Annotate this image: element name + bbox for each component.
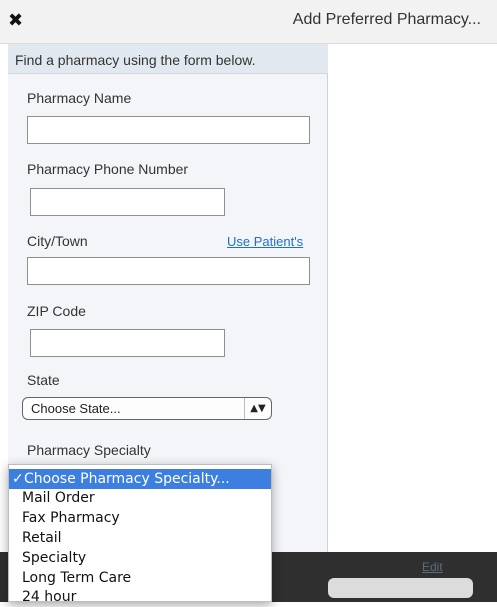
state-select[interactable]: Choose State... ▲▼ bbox=[22, 397, 272, 420]
specialty-option[interactable]: Fax Pharmacy bbox=[9, 508, 271, 528]
pharmacy-name-label: Pharmacy Name bbox=[27, 90, 132, 106]
checkmark-icon: ✓ bbox=[12, 471, 24, 487]
zip-code-input[interactable] bbox=[30, 329, 225, 357]
city-input[interactable] bbox=[27, 257, 310, 285]
pharmacy-phone-label: Pharmacy Phone Number bbox=[27, 161, 189, 177]
select-arrows-icon: ▲▼ bbox=[244, 398, 271, 419]
pharmacy-name-input[interactable] bbox=[27, 116, 310, 144]
dialog-title-bar: ✖ Add Preferred Pharmacy... bbox=[0, 0, 497, 44]
dialog-title: Add Preferred Pharmacy... bbox=[292, 11, 481, 28]
specialty-option[interactable]: Mail Order bbox=[9, 488, 271, 508]
form-instructions: Find a pharmacy using the form below. bbox=[8, 44, 328, 74]
state-label: State bbox=[27, 372, 60, 388]
specialty-option[interactable]: Long Term Care bbox=[9, 568, 271, 588]
pharmacy-phone-input[interactable] bbox=[30, 188, 225, 216]
city-label: City/Town bbox=[27, 233, 88, 249]
pharmacy-specialty-label: Pharmacy Specialty bbox=[27, 442, 151, 458]
zip-code-label: ZIP Code bbox=[27, 303, 86, 319]
state-select-value: Choose State... bbox=[31, 401, 121, 416]
close-icon[interactable]: ✖ bbox=[8, 12, 26, 30]
use-patients-link[interactable]: Use Patient's bbox=[227, 234, 303, 249]
specialty-option[interactable]: ✓Choose Pharmacy Specialty... bbox=[9, 469, 271, 489]
background-card bbox=[328, 578, 473, 598]
pharmacy-specialty-dropdown[interactable]: ✓Choose Pharmacy Specialty... Mail Order… bbox=[8, 464, 272, 605]
specialty-option[interactable]: 24 hour bbox=[9, 587, 271, 607]
specialty-option[interactable]: Specialty bbox=[9, 548, 271, 568]
edit-link[interactable]: Edit bbox=[422, 560, 443, 574]
specialty-option[interactable]: Retail bbox=[9, 528, 271, 548]
